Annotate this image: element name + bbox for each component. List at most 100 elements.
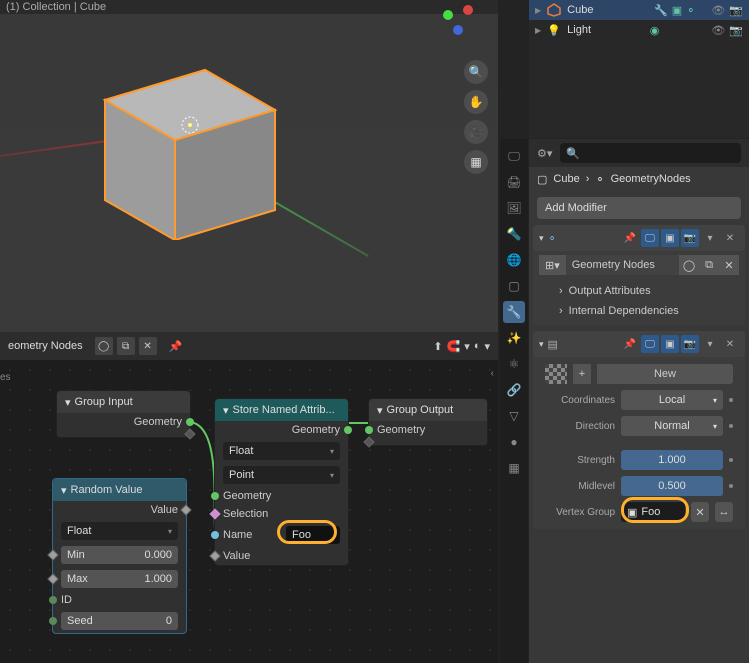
pin-icon[interactable]: 📌 — [621, 335, 639, 353]
snap-type-icon[interactable]: ▾ — [464, 340, 470, 353]
collapse-icon[interactable]: ▾ — [539, 233, 544, 244]
nodegroup-name[interactable]: Geometry Nodes — [566, 255, 679, 275]
tab-constraints[interactable]: 🔗 — [503, 379, 525, 401]
max-field[interactable]: Max1.000 — [53, 567, 186, 591]
node-header[interactable]: ▾Random Value — [53, 479, 186, 501]
invert-icon[interactable]: ↔ — [715, 502, 733, 522]
overlay-icon[interactable]: ◐ — [474, 340, 481, 353]
snap-icon[interactable]: 🧲 — [447, 340, 461, 353]
collapse-icon[interactable]: ▾ — [377, 404, 383, 417]
new-texture-button[interactable]: New — [597, 364, 733, 384]
plus-icon[interactable]: + — [573, 364, 591, 384]
edit-icon[interactable]: ▣ — [661, 335, 679, 353]
chevron-left-icon[interactable]: ‹ — [491, 368, 494, 379]
anim-dot[interactable] — [729, 484, 733, 488]
viewport-3d[interactable]: (1) Collection | Cube 🔍 ✋ 🎥 ▦ — [0, 0, 498, 332]
eye-icon[interactable]: 👁 — [711, 4, 725, 17]
cube-mesh[interactable] — [85, 30, 295, 240]
close-icon[interactable]: ✕ — [721, 229, 739, 247]
shield-icon[interactable]: ◯ — [95, 337, 113, 355]
options-icon[interactable]: ⚙▾ — [537, 147, 552, 160]
data-icon[interactable]: ◉ — [650, 24, 660, 37]
shield-icon[interactable]: ◯ — [679, 255, 699, 275]
zoom-icon[interactable]: 🔍 — [464, 60, 488, 84]
node-group-output[interactable]: ▾Group Output Geometry — [368, 398, 488, 446]
camera-toggle-icon[interactable]: 📷 — [729, 24, 743, 37]
anim-dot[interactable] — [729, 458, 733, 462]
tab-texture[interactable]: ▦ — [503, 457, 525, 479]
render-icon[interactable]: 📷 — [681, 229, 699, 247]
collapse-icon[interactable]: ▾ — [539, 339, 544, 350]
internal-dependencies[interactable]: ›Internal Dependencies — [539, 301, 739, 321]
node-editor[interactable]: eometry Nodes ◯ ⧉ ✕ 📌 ⬆ 🧲 ▾ ◐ ▾ es ▾Grou… — [0, 332, 498, 663]
node-header[interactable]: ▾Group Input — [57, 391, 190, 413]
midlevel-field[interactable]: 0.500 — [621, 476, 723, 496]
unlink-icon[interactable]: ✕ — [139, 337, 157, 355]
parent-icon[interactable]: ⬆ — [433, 340, 442, 353]
camera-toggle-icon[interactable]: 📷 — [729, 4, 743, 17]
pin-icon[interactable]: 📌 — [169, 340, 183, 353]
edit-icon[interactable]: ▣ — [661, 229, 679, 247]
output-attributes[interactable]: ›Output Attributes — [539, 281, 739, 301]
realtime-icon[interactable]: 🖵 — [641, 229, 659, 247]
outliner[interactable]: ▶ Cube 🔧 ▣ ⚬ 👁 📷 ▶ 💡 Light ◉ 👁 📷 — [529, 0, 749, 138]
tab-output[interactable]: 🖨 — [503, 171, 525, 193]
collapse-icon[interactable]: ▾ — [223, 404, 229, 417]
nav-gizmo[interactable] — [438, 0, 478, 40]
coordinates-select[interactable]: Local▾ — [621, 390, 723, 410]
min-field[interactable]: Min0.000 — [53, 543, 186, 567]
expand-icon[interactable]: ▶ — [535, 26, 541, 35]
move-icon[interactable]: ✋ — [464, 90, 488, 114]
camera-icon[interactable]: 🎥 — [464, 120, 488, 144]
tab-modifiers[interactable]: 🔧 — [503, 301, 525, 323]
collapse-icon[interactable]: ▾ — [65, 396, 71, 409]
tab-physics[interactable]: ⚛ — [503, 353, 525, 375]
texture-preview[interactable] — [545, 364, 567, 384]
modifier-header[interactable]: ▾ ▤ 📌 🖵 ▣ 📷 ▾ ✕ — [533, 331, 745, 357]
tab-view[interactable]: 🖼 — [503, 197, 525, 219]
anim-dot[interactable] — [729, 398, 733, 402]
overlay-type-icon[interactable]: ▾ — [484, 340, 490, 353]
duplicate-icon[interactable]: ⧉ — [699, 255, 719, 275]
seed-field[interactable]: Seed0 — [53, 609, 186, 633]
type-select[interactable]: Float▾ — [215, 439, 348, 463]
node-random-value[interactable]: ▾Random Value Value Float▾ Min0.000 Max1… — [52, 478, 187, 634]
perspective-icon[interactable]: ▦ — [464, 150, 488, 174]
direction-select[interactable]: Normal▾ — [621, 416, 723, 436]
eye-icon[interactable]: 👁 — [711, 24, 725, 37]
node-header[interactable]: ▾Store Named Attrib... — [215, 399, 348, 421]
tab-object[interactable]: ▢ — [503, 275, 525, 297]
strength-field[interactable]: 1.000 — [621, 450, 723, 470]
nodes-icon[interactable]: ⚬ — [686, 4, 695, 17]
vgroup-icon[interactable]: ▣ — [672, 4, 682, 17]
extras-icon[interactable]: ▾ — [701, 229, 719, 247]
render-icon[interactable]: 📷 — [681, 335, 699, 353]
modifier-icon[interactable]: 🔧 — [654, 4, 668, 17]
type-select[interactable]: Float▾ — [53, 519, 186, 543]
node-header[interactable]: ▾Group Output — [369, 399, 487, 421]
clear-icon[interactable]: ✕ — [691, 502, 709, 522]
node-store-named-attribute[interactable]: ▾Store Named Attrib... Geometry Float▾ P… — [214, 398, 349, 566]
tab-particles[interactable]: ✨ — [503, 327, 525, 349]
tab-material[interactable]: ● — [503, 431, 525, 453]
vgroup-field[interactable]: ▣ Foo — [621, 502, 685, 522]
breadcrumb-modifier[interactable]: GeometryNodes — [611, 173, 691, 185]
tab-world[interactable]: 🌐 — [503, 249, 525, 271]
outliner-item-cube[interactable]: ▶ Cube 🔧 ▣ ⚬ 👁 📷 — [529, 0, 749, 20]
outliner-item-light[interactable]: ▶ 💡 Light ◉ 👁 📷 — [529, 20, 749, 40]
breadcrumb-object[interactable]: Cube — [553, 173, 579, 185]
collapse-icon[interactable]: ▾ — [61, 484, 67, 497]
node-group-input[interactable]: ▾Group Input Geometry — [56, 390, 191, 438]
realtime-icon[interactable]: 🖵 — [641, 335, 659, 353]
add-modifier-button[interactable]: Add Modifier — [537, 197, 741, 219]
name-field[interactable]: Name Foo — [215, 523, 348, 547]
modifier-header[interactable]: ▾ ⚬ 📌 🖵 ▣ 📷 ▾ ✕ — [533, 225, 745, 251]
tab-data[interactable]: ▽ — [503, 405, 525, 427]
expand-icon[interactable]: ▶ — [535, 6, 541, 15]
search-input[interactable]: 🔍 — [560, 143, 741, 163]
pin-icon[interactable]: 📌 — [621, 229, 639, 247]
browse-icon[interactable]: ⊞▾ — [539, 255, 566, 275]
tab-scene[interactable]: 🔦 — [503, 223, 525, 245]
domain-select[interactable]: Point▾ — [215, 463, 348, 487]
close-icon[interactable]: ✕ — [721, 335, 739, 353]
